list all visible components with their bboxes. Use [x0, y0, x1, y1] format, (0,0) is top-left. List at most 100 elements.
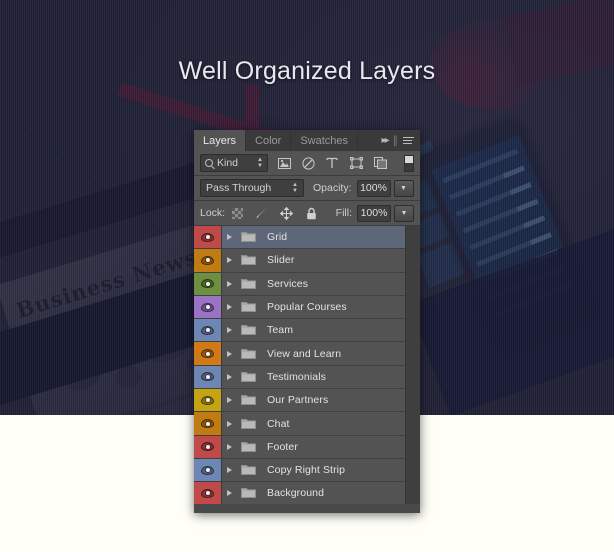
panel-tab-controls: ▸▸ ∥ — [381, 130, 420, 151]
expand-triangle-icon[interactable] — [222, 226, 237, 248]
up-down-stepper-icon[interactable]: ▲ ▼ — [257, 157, 263, 169]
adjustment-layer-filter-icon[interactable] — [301, 156, 315, 170]
smart-object-filter-icon[interactable] — [373, 156, 387, 170]
opacity-input[interactable]: 100% — [356, 179, 391, 197]
layer-visibility-toggle[interactable] — [194, 272, 222, 295]
layer-name: Footer — [267, 440, 298, 453]
eye-icon — [201, 488, 214, 498]
folder-icon — [237, 482, 259, 504]
eye-icon — [201, 302, 214, 312]
fill-label: Fill: — [335, 207, 352, 219]
eye-icon — [201, 232, 214, 242]
layer-row[interactable]: Services — [194, 272, 420, 296]
layer-name: Services — [267, 277, 309, 290]
layer-row[interactable]: Background — [194, 482, 420, 504]
folder-icon — [237, 342, 259, 364]
lock-position-icon[interactable] — [279, 206, 293, 220]
folder-icon — [237, 436, 259, 458]
layer-name: Background — [267, 487, 325, 500]
blend-mode-select[interactable]: Pass Through ▲ ▼ — [200, 179, 304, 197]
expand-triangle-icon[interactable] — [222, 389, 237, 411]
tab-swatches[interactable]: Swatches — [291, 130, 359, 151]
tab-layers[interactable]: Layers — [194, 130, 247, 151]
eye-icon — [201, 419, 214, 429]
expand-triangle-icon[interactable] — [222, 319, 237, 341]
layer-visibility-toggle[interactable] — [194, 249, 222, 272]
filter-type-icons — [277, 156, 387, 170]
layer-visibility-toggle[interactable] — [194, 458, 222, 482]
lock-all-icon[interactable] — [304, 206, 318, 220]
folder-icon — [237, 366, 259, 388]
blend-mode-value: Pass Through — [206, 182, 272, 194]
eye-icon — [201, 465, 214, 475]
type-layer-filter-icon[interactable] — [325, 156, 339, 170]
layer-name: Copy Right Strip — [267, 464, 346, 477]
layer-row[interactable]: View and Learn — [194, 342, 420, 366]
expand-triangle-icon[interactable] — [222, 366, 237, 388]
layer-name: Chat — [267, 417, 290, 430]
eye-icon — [201, 442, 214, 452]
expand-triangle-icon[interactable] — [222, 296, 237, 318]
expand-triangle-icon[interactable] — [222, 482, 237, 504]
folder-icon — [237, 249, 259, 271]
layer-row[interactable]: Chat — [194, 412, 420, 436]
layer-row[interactable]: Copy Right Strip — [194, 458, 420, 483]
layer-visibility-toggle[interactable] — [194, 365, 222, 389]
layer-row[interactable]: Footer — [194, 435, 420, 459]
pixel-layer-filter-icon[interactable] — [277, 156, 291, 170]
folder-icon — [237, 319, 259, 341]
lock-image-pixels-icon[interactable] — [254, 206, 268, 220]
tab-color[interactable]: Color — [246, 130, 292, 151]
layer-row[interactable]: Our Partners — [194, 389, 420, 413]
expand-triangle-icon[interactable] — [222, 436, 237, 458]
eye-icon — [201, 395, 214, 405]
panel-menu-icon[interactable] — [403, 137, 414, 144]
layer-visibility-toggle[interactable] — [194, 342, 222, 365]
layer-name: Testimonials — [267, 370, 326, 383]
double-chevron-right-icon[interactable]: ▸▸ — [381, 135, 389, 146]
layer-name: Slider — [267, 254, 295, 267]
layer-visibility-toggle[interactable] — [194, 226, 222, 249]
layer-visibility-toggle[interactable] — [194, 435, 222, 458]
layer-visibility-toggle[interactable] — [194, 412, 222, 435]
filter-kind-select[interactable]: Kind ▲ ▼ — [200, 154, 268, 172]
layer-row[interactable]: Testimonials — [194, 365, 420, 390]
expand-triangle-icon[interactable] — [222, 459, 237, 481]
layer-filter-row: Kind ▲ ▼ — [194, 151, 420, 176]
layer-visibility-toggle[interactable] — [194, 389, 222, 412]
expand-triangle-icon[interactable] — [222, 412, 237, 434]
layer-name: Grid — [267, 231, 288, 244]
fill-input[interactable]: 100% — [357, 204, 391, 222]
layer-visibility-toggle[interactable] — [194, 295, 222, 319]
blend-opacity-row: Pass Through ▲ ▼ Opacity: 100% ▼ — [194, 176, 420, 201]
folder-icon — [237, 226, 259, 248]
fill-dropdown-chevron-down-icon[interactable]: ▼ — [394, 204, 414, 222]
shape-layer-filter-icon[interactable] — [349, 156, 363, 170]
eye-icon — [201, 255, 214, 265]
layer-row[interactable]: Grid — [194, 226, 420, 250]
layer-name: Popular Courses — [267, 301, 347, 314]
lock-transparent-pixels-icon[interactable] — [232, 207, 244, 219]
expand-triangle-icon[interactable] — [222, 273, 237, 295]
magnifier-icon — [205, 159, 213, 167]
layer-row[interactable]: Slider — [194, 249, 420, 273]
lock-fill-row: Lock: Fill: 100% ▼ — [194, 201, 420, 226]
eye-icon — [201, 372, 214, 382]
filter-toggle-switch-icon[interactable] — [404, 154, 414, 172]
layer-visibility-toggle[interactable] — [194, 482, 222, 504]
layer-row[interactable]: Team — [194, 319, 420, 343]
layer-name: View and Learn — [267, 347, 342, 360]
filter-kind-label: Kind — [217, 157, 239, 169]
blend-mode-stepper-icon[interactable]: ▲ ▼ — [292, 182, 298, 194]
layer-list: Grid Slider Services Popular Courses Team Vie… — [194, 226, 420, 504]
expand-triangle-icon[interactable] — [222, 342, 237, 364]
layer-row[interactable]: Popular Courses — [194, 295, 420, 320]
layer-visibility-toggle[interactable] — [194, 319, 222, 342]
tab-separator-icon: ∥ — [392, 135, 399, 147]
layer-list-scrollbar[interactable] — [405, 226, 420, 504]
expand-triangle-icon[interactable] — [222, 249, 237, 271]
folder-icon — [237, 412, 259, 434]
opacity-dropdown-chevron-down-icon[interactable]: ▼ — [393, 179, 414, 197]
panel-tab-bar: Layers Color Swatches ▸▸ ∥ — [194, 130, 420, 151]
opacity-label: Opacity: — [313, 182, 352, 194]
